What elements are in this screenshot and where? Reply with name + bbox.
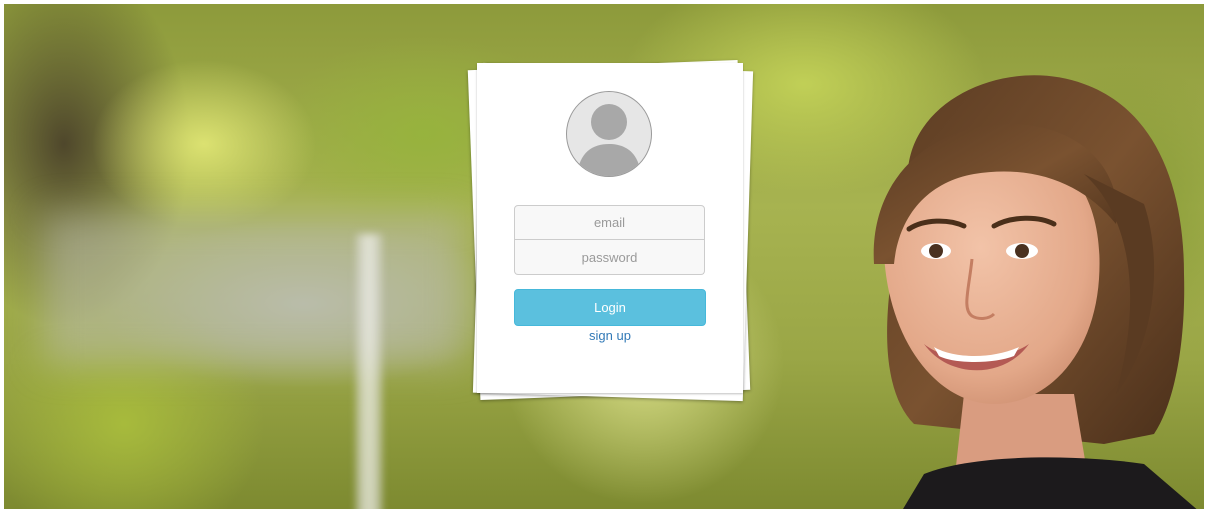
woman-photo: [873, 75, 1197, 509]
login-button[interactable]: Login: [514, 289, 706, 326]
login-card-stack: Login sign up: [467, 59, 754, 404]
login-card: Login sign up: [477, 63, 743, 393]
user-avatar-icon: [566, 91, 652, 177]
page-frame: Login sign up: [4, 4, 1204, 509]
signup-link[interactable]: sign up: [514, 328, 706, 343]
email-input[interactable]: [514, 205, 705, 240]
credentials-fieldset: [514, 205, 705, 275]
password-input[interactable]: [514, 240, 705, 275]
